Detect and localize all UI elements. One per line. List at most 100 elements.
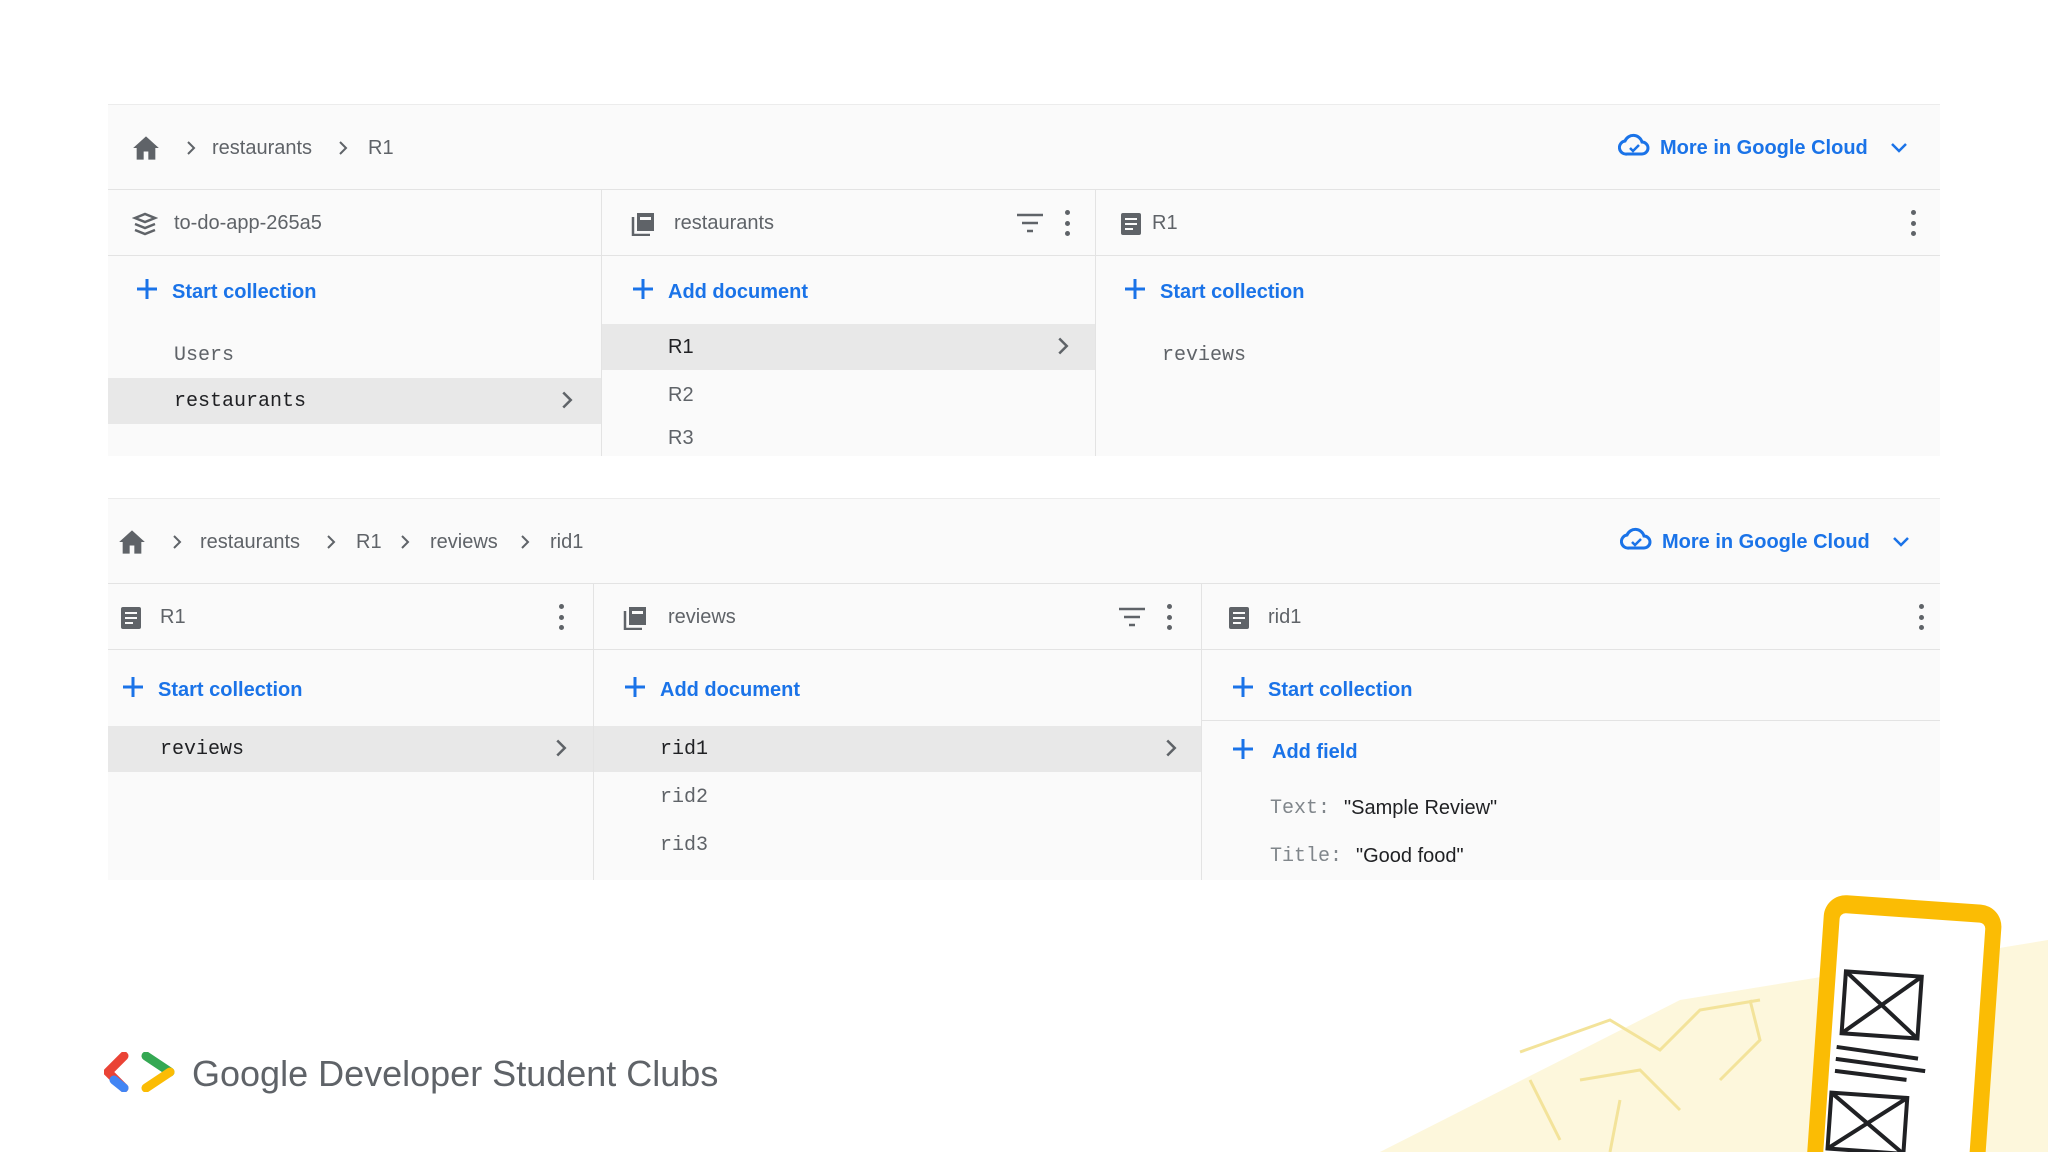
- firestore-panel-bottom: restaurants R1 reviews rid1 More in Goog…: [108, 498, 1940, 880]
- phone-illustration: [1380, 880, 2048, 1152]
- column-header: to-do-app-265a5: [108, 190, 601, 256]
- breadcrumb-item[interactable]: restaurants: [212, 105, 312, 191]
- add-document-button[interactable]: Add document: [624, 670, 800, 710]
- more-in-google-cloud-button[interactable]: More in Google Cloud: [1620, 499, 1910, 585]
- collection-column: restaurants Add document R1 R2 R3: [602, 190, 1096, 456]
- project-column: to-do-app-265a5 Start collection Users r…: [108, 190, 602, 456]
- breadcrumb-item[interactable]: reviews: [430, 499, 498, 585]
- list-item[interactable]: rid2: [594, 774, 1201, 820]
- action-label: Start collection: [172, 280, 317, 303]
- column-title: to-do-app-265a5: [174, 211, 322, 234]
- list-item-label: reviews: [1162, 343, 1247, 367]
- column-title: rid1: [1268, 605, 1302, 628]
- add-document-button[interactable]: Add document: [632, 272, 808, 312]
- list-item-label: reviews: [160, 737, 245, 761]
- chevron-right-icon: [554, 738, 568, 765]
- action-label: Start collection: [1160, 280, 1305, 303]
- add-field-button[interactable]: Add field: [1232, 732, 1358, 772]
- document-column: R1 Start collection reviews: [1096, 190, 1940, 456]
- brand-text: Google Developer Student Clubs: [192, 1053, 719, 1094]
- column-title: restaurants: [674, 211, 775, 234]
- list-item-label: rid2: [660, 785, 709, 809]
- chevron-right-icon: [1056, 336, 1070, 362]
- more-in-google-cloud-button[interactable]: More in Google Cloud: [1618, 105, 1908, 191]
- chevron-down-icon: [1890, 137, 1908, 160]
- list-item-selected[interactable]: R1: [602, 324, 1095, 370]
- chevron-right-icon: [518, 499, 532, 585]
- collection-column: reviews Add document rid1 rid2 rid3: [594, 584, 1202, 880]
- list-item-label: R3: [668, 426, 694, 449]
- column-header: restaurants: [602, 190, 1095, 256]
- breadcrumb-item[interactable]: restaurants: [200, 499, 300, 585]
- list-item[interactable]: reviews: [1096, 332, 1940, 378]
- column-header: R1: [1096, 190, 1940, 256]
- chevron-down-icon: [1892, 531, 1910, 554]
- more-vert-icon[interactable]: [1916, 604, 1926, 630]
- list-item-label: R1: [668, 335, 694, 358]
- list-item[interactable]: rid3: [594, 822, 1201, 868]
- plus-icon: [632, 278, 654, 306]
- breadcrumb-item[interactable]: rid1: [550, 499, 583, 585]
- column-header: reviews: [594, 584, 1201, 650]
- start-collection-button[interactable]: Start collection: [1232, 670, 1412, 710]
- project-icon: [131, 212, 159, 242]
- list-item-label: R2: [668, 383, 694, 406]
- list-item-selected[interactable]: rid1: [594, 726, 1201, 772]
- list-item-label: rid3: [660, 833, 709, 857]
- home-icon[interactable]: [118, 499, 146, 585]
- column-title: reviews: [668, 605, 736, 628]
- filter-icon[interactable]: [1016, 212, 1044, 240]
- more-vert-icon[interactable]: [1062, 210, 1072, 236]
- chevron-right-icon: [1164, 738, 1178, 765]
- column-header: R1: [108, 584, 593, 650]
- list-item-selected[interactable]: restaurants: [108, 378, 601, 424]
- document-column: rid1 Start collection Add field Text: "S…: [1202, 584, 1940, 880]
- chevron-right-icon: [170, 499, 184, 585]
- cloud-link-label: More in Google Cloud: [1660, 136, 1868, 159]
- more-vert-icon[interactable]: [1908, 210, 1918, 236]
- chevron-right-icon: [398, 499, 412, 585]
- field-value: "Good food": [1356, 844, 1464, 867]
- firestore-panel-top: restaurants R1 More in Google Cloud to-d…: [108, 104, 1940, 456]
- start-collection-button[interactable]: Start collection: [122, 670, 302, 710]
- field-row[interactable]: Title: "Good food": [1270, 836, 1464, 876]
- document-icon: [120, 606, 142, 636]
- plus-icon: [122, 676, 144, 704]
- chevron-right-icon: [184, 105, 198, 191]
- start-collection-button[interactable]: Start collection: [1124, 272, 1304, 312]
- list-item[interactable]: R3: [602, 420, 1095, 456]
- breadcrumb: restaurants R1 More in Google Cloud: [108, 104, 1940, 190]
- action-label: Add document: [668, 280, 808, 303]
- filter-icon[interactable]: [1118, 606, 1146, 634]
- plus-icon: [1232, 738, 1254, 766]
- chevron-right-icon: [560, 390, 574, 417]
- breadcrumb-item[interactable]: R1: [356, 499, 382, 585]
- action-label: Start collection: [158, 678, 303, 701]
- list-item-label: restaurants: [174, 389, 307, 413]
- more-vert-icon[interactable]: [556, 604, 566, 630]
- divider: [1202, 720, 1940, 721]
- field-key: Text:: [1270, 796, 1331, 820]
- collection-icon: [630, 212, 656, 242]
- breadcrumb-item[interactable]: R1: [368, 105, 394, 191]
- column-title: R1: [1152, 211, 1178, 234]
- action-label: Start collection: [1268, 678, 1413, 701]
- document-icon: [1120, 212, 1142, 242]
- start-collection-button[interactable]: Start collection: [136, 272, 316, 312]
- collection-icon: [622, 606, 648, 636]
- plus-icon: [1124, 278, 1146, 306]
- list-item-selected[interactable]: reviews: [108, 726, 593, 772]
- document-column: R1 Start collection reviews: [108, 584, 594, 880]
- column-header: rid1: [1202, 584, 1940, 650]
- more-vert-icon[interactable]: [1164, 604, 1174, 630]
- list-item[interactable]: Users: [108, 332, 601, 378]
- column-title: R1: [160, 605, 186, 628]
- field-key: Title:: [1270, 844, 1343, 868]
- home-icon[interactable]: [132, 105, 160, 191]
- plus-icon: [1232, 676, 1254, 704]
- cloud-icon: [1620, 527, 1652, 557]
- list-item[interactable]: R2: [602, 372, 1095, 418]
- field-row[interactable]: Text: "Sample Review": [1270, 788, 1497, 828]
- plus-icon: [136, 278, 158, 306]
- document-icon: [1228, 606, 1250, 636]
